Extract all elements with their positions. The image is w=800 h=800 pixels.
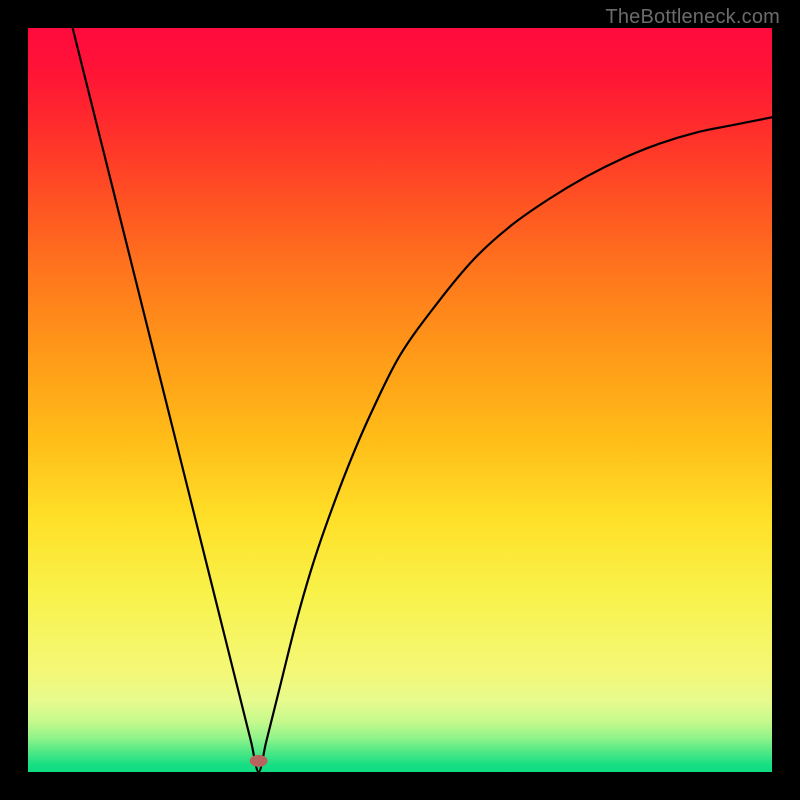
gradient-background — [28, 28, 772, 772]
bottleneck-chart — [28, 28, 772, 772]
optimal-marker — [250, 755, 268, 767]
watermark-text: TheBottleneck.com — [605, 6, 780, 29]
chart-frame — [28, 28, 772, 772]
